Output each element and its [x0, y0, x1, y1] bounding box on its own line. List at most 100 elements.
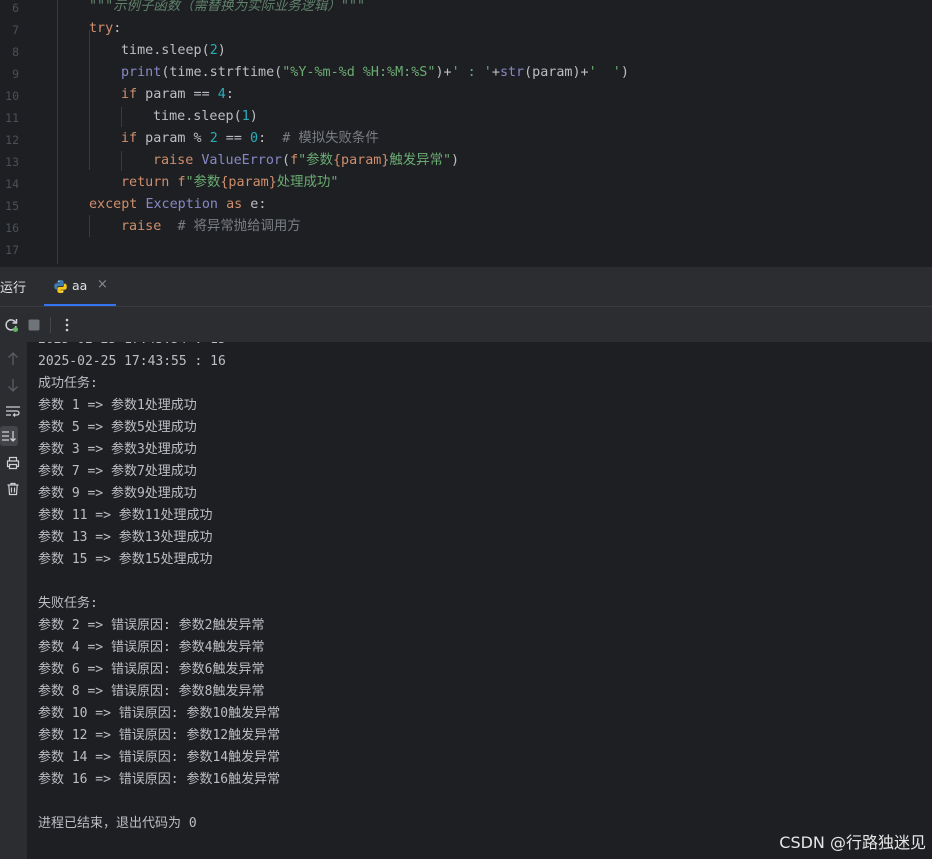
- console-line: 参数 11 => 参数11处理成功: [38, 508, 213, 523]
- string-space: ' ': [588, 65, 621, 80]
- close-icon[interactable]: ×: [97, 277, 108, 292]
- line-number: 16: [5, 221, 19, 235]
- code-line-if-mod: if param % 2 == 0: # 模拟失败条件: [121, 128, 379, 150]
- scroll-to-end-button[interactable]: [0, 426, 18, 446]
- fstring-expr: {param}: [332, 153, 390, 168]
- console-line: 参数 6 => 错误原因: 参数6触发异常: [38, 662, 265, 677]
- console-line: 参数 8 => 错误原因: 参数8触发异常: [38, 684, 265, 699]
- console-line: 参数 16 => 错误原因: 参数16触发异常: [38, 772, 281, 787]
- code-text: )+: [435, 65, 452, 80]
- paren: (: [282, 153, 291, 168]
- code-text: (time.strftime(: [161, 65, 283, 80]
- keyword-if: if: [121, 87, 138, 102]
- run-toolbar: [0, 306, 932, 343]
- code-text: param %: [137, 131, 210, 146]
- string: 触发异常": [389, 153, 452, 168]
- code-editor[interactable]: 6 7 8 9 10 11 12 13 14 15 16 17 """示例子函数…: [0, 0, 932, 266]
- line-number: 10: [5, 89, 19, 103]
- call-time-sleep: time.sleep(: [121, 43, 210, 58]
- console-line: 2025-02-25 17:43:55 : 16: [38, 354, 226, 369]
- console-line: 2025-02-25 17:43:54 : 15: [38, 342, 226, 351]
- tab-label: aa: [72, 278, 88, 293]
- comment: # 将异常抛给调用方: [177, 219, 301, 234]
- console-line: 参数 15 => 参数15处理成功: [38, 552, 213, 567]
- run-tool-window-header: 运行 aa ×: [0, 266, 932, 307]
- string-colon: ' : ': [451, 65, 492, 80]
- code-line-raise-value-error: raise ValueError(f"参数{param}触发异常"): [153, 150, 459, 172]
- console-line: 参数 14 => 错误原因: 参数14触发异常: [38, 750, 281, 765]
- comment: # 模拟失败条件: [282, 131, 379, 146]
- line-number: 13: [5, 155, 19, 169]
- code-line-try: try:: [89, 18, 121, 40]
- print-icon: [6, 456, 20, 470]
- fstring-expr: {param}: [220, 175, 277, 190]
- tool-window-title: 运行: [0, 281, 27, 296]
- soft-wrap-icon: [6, 406, 20, 417]
- line-number: 15: [5, 199, 19, 213]
- builtin-print: print: [121, 65, 162, 80]
- paren: ): [451, 153, 460, 168]
- class-exception: Exception: [145, 197, 218, 212]
- rerun-button[interactable]: [0, 314, 22, 336]
- console-line: 参数 12 => 错误原因: 参数12触发异常: [38, 728, 281, 743]
- more-options-button[interactable]: [56, 314, 78, 336]
- number: 1: [241, 109, 250, 124]
- indent-guide: [121, 151, 122, 171]
- code-line-if-4: if param == 4:: [121, 84, 234, 106]
- keyword-as: as: [226, 197, 243, 212]
- keyword-raise: raise: [153, 153, 194, 168]
- console-line: 失败任务:: [38, 596, 98, 611]
- code-text: ): [620, 65, 629, 80]
- soft-wrap-button[interactable]: [0, 401, 26, 421]
- code-line-sleep2: time.sleep(2): [121, 40, 226, 62]
- code-line-print: print(time.strftime("%Y-%m-%d %H:%M:%S")…: [121, 62, 629, 84]
- builtin-str: str: [499, 65, 525, 80]
- line-number: 8: [12, 45, 19, 59]
- scroll-to-end-icon: [2, 431, 16, 442]
- scroll-up-button[interactable]: [0, 349, 26, 369]
- toolbar-separator: [50, 317, 51, 333]
- scroll-up-icon: [8, 352, 18, 365]
- console-line: 参数 10 => 错误原因: 参数10触发异常: [38, 706, 281, 721]
- console-line: 参数 3 => 参数3处理成功: [38, 442, 197, 457]
- scroll-down-icon: [8, 379, 18, 392]
- fstring-prefix: f: [177, 175, 186, 190]
- console-line: 参数 7 => 参数7处理成功: [38, 464, 197, 479]
- keyword-raise: raise: [121, 219, 162, 234]
- print-button[interactable]: [0, 453, 26, 473]
- number: 0: [250, 131, 259, 146]
- code-text: (param)+: [524, 65, 589, 80]
- paren: ): [249, 109, 258, 124]
- run-tab-aa[interactable]: aa ×: [44, 267, 116, 307]
- code-line-sleep1: time.sleep(1): [153, 106, 258, 128]
- number: 2: [209, 43, 218, 58]
- console-line: 参数 4 => 错误原因: 参数4触发异常: [38, 640, 265, 655]
- console-output[interactable]: 2025-02-25 17:43:54 : 15 2025-02-25 17:4…: [27, 342, 932, 859]
- stop-button[interactable]: [23, 314, 45, 336]
- number: 2: [209, 131, 218, 146]
- fstring-prefix: f: [290, 153, 299, 168]
- line-number-gutter: 6 7 8 9 10 11 12 13 14 15 16 17: [0, 0, 28, 266]
- line-number: 14: [5, 177, 19, 191]
- code-text: param ==: [137, 87, 218, 102]
- console-line: 参数 5 => 参数5处理成功: [38, 420, 197, 435]
- scroll-down-button[interactable]: [0, 375, 26, 395]
- code-text: :: [258, 131, 283, 146]
- keyword-return: return: [121, 175, 170, 190]
- console-line: 进程已结束，退出代码为 0: [38, 816, 197, 831]
- line-number: 12: [5, 133, 19, 147]
- code-text: +: [491, 65, 500, 80]
- console-line: 参数 2 => 错误原因: 参数2触发异常: [38, 618, 265, 633]
- string: "参数: [298, 153, 333, 168]
- console-line: 成功任务:: [38, 376, 98, 391]
- indent-guide: [89, 215, 90, 237]
- call-time-sleep: time.sleep(: [153, 109, 242, 124]
- indent-guide: [57, 0, 58, 264]
- stop-icon: [28, 319, 40, 331]
- line-number: 17: [5, 243, 19, 257]
- colon: :: [258, 197, 267, 212]
- indent-guide: [121, 107, 122, 127]
- indent-guide: [89, 30, 90, 170]
- code-line-docstring: """示例子函数（需替换为实际业务逻辑）""": [89, 0, 366, 14]
- clear-all-button[interactable]: [0, 479, 26, 499]
